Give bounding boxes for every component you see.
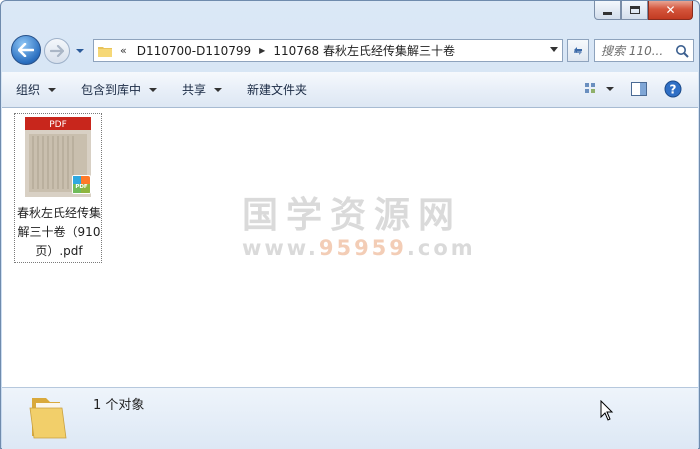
forward-button[interactable] (44, 38, 70, 64)
view-options-icon (585, 83, 614, 93)
maximize-icon (629, 6, 640, 14)
breadcrumb-segment-current[interactable]: 110768 春秋左氏经传集解三十卷 (273, 42, 455, 59)
share-label: 共享 (182, 83, 207, 97)
watermark: 国学资源网 www.95959.com (242, 195, 473, 261)
view-options-button[interactable] (582, 78, 616, 100)
caption-buttons: ✕ (594, 1, 693, 20)
pdf-badge-icon: PDF (75, 184, 88, 190)
back-button[interactable] (11, 35, 41, 65)
breadcrumb-separator-icon[interactable]: ▶ (259, 46, 265, 55)
preview-pane-button[interactable] (628, 78, 650, 100)
organize-label: 组织 (16, 83, 41, 97)
preview-pane-icon (631, 82, 647, 96)
search-icon[interactable] (675, 44, 689, 61)
navigation-bar: « D110700-D110799 ▶ 110768 春秋左氏经传集解三十卷 (9, 35, 694, 65)
watermark-url-suffix: .com (406, 236, 476, 260)
new-folder-label: 新建文件夹 (247, 83, 308, 97)
back-arrow-icon (18, 43, 34, 57)
organize-menu-button[interactable]: 组织 (2, 78, 67, 102)
thumbnail-banner: PDF (49, 120, 67, 130)
forward-arrow-icon (50, 45, 64, 57)
address-dropdown-icon[interactable] (550, 47, 558, 52)
maximize-button[interactable] (621, 1, 648, 20)
refresh-button[interactable] (567, 39, 589, 62)
mouse-cursor-icon (600, 400, 614, 421)
recent-pages-button[interactable] (75, 45, 85, 55)
command-toolbar: 组织 包含到库中 共享 新建文件夹 ? (2, 72, 698, 108)
minimize-icon (603, 11, 612, 15)
chevron-down-icon (48, 87, 57, 92)
refresh-icon (574, 46, 582, 55)
details-pane: 1 个对象 (2, 387, 698, 449)
close-button[interactable]: ✕ (648, 1, 693, 20)
chevron-down-icon (149, 87, 158, 92)
watermark-url-highlight: 95959 (318, 236, 407, 260)
chevron-down-icon (76, 49, 84, 53)
svg-text:?: ? (670, 83, 677, 97)
chevron-down-icon (214, 87, 223, 92)
file-name[interactable]: 春秋左氏经传集解三十卷（910页）.pdf (17, 204, 101, 261)
watermark-url: www.95959.com (242, 236, 473, 260)
folder-icon (29, 398, 67, 439)
close-icon: ✕ (665, 3, 676, 17)
search-input[interactable] (601, 43, 673, 58)
share-button[interactable]: 共享 (168, 78, 233, 102)
explorer-window: ✕ « D110700-D110799 ▶ 110768 春秋左氏经传集解三十卷… (0, 0, 700, 449)
help-button[interactable]: ? (662, 78, 684, 100)
watermark-url-prefix: www. (242, 236, 319, 260)
watermark-title: 国学资源网 (242, 195, 463, 236)
search-box[interactable] (594, 39, 694, 62)
folder-icon (98, 46, 112, 57)
pdf-thumbnail: PDF PDF (25, 117, 91, 197)
include-in-library-button[interactable]: 包含到库中 (67, 78, 168, 102)
breadcrumb-segment[interactable]: D110700-D110799 (137, 44, 251, 58)
item-count: 1 个对象 (93, 398, 145, 413)
toolbar-right-group: ? (582, 78, 684, 100)
new-folder-button[interactable]: 新建文件夹 (233, 78, 318, 102)
include-in-library-label: 包含到库中 (81, 83, 142, 97)
address-bar[interactable]: « D110700-D110799 ▶ 110768 春秋左氏经传集解三十卷 (93, 39, 563, 62)
address-overflow-chevron[interactable]: « (120, 44, 127, 57)
minimize-button[interactable] (594, 1, 621, 20)
file-item[interactable]: PDF PDF 春秋左氏经传集解三十卷（910页）.pdf (14, 113, 102, 263)
help-icon: ? (664, 80, 682, 98)
file-list-area[interactable]: 国学资源网 www.95959.com PDF PDF 春秋左氏经传集解三十卷（… (2, 108, 698, 387)
